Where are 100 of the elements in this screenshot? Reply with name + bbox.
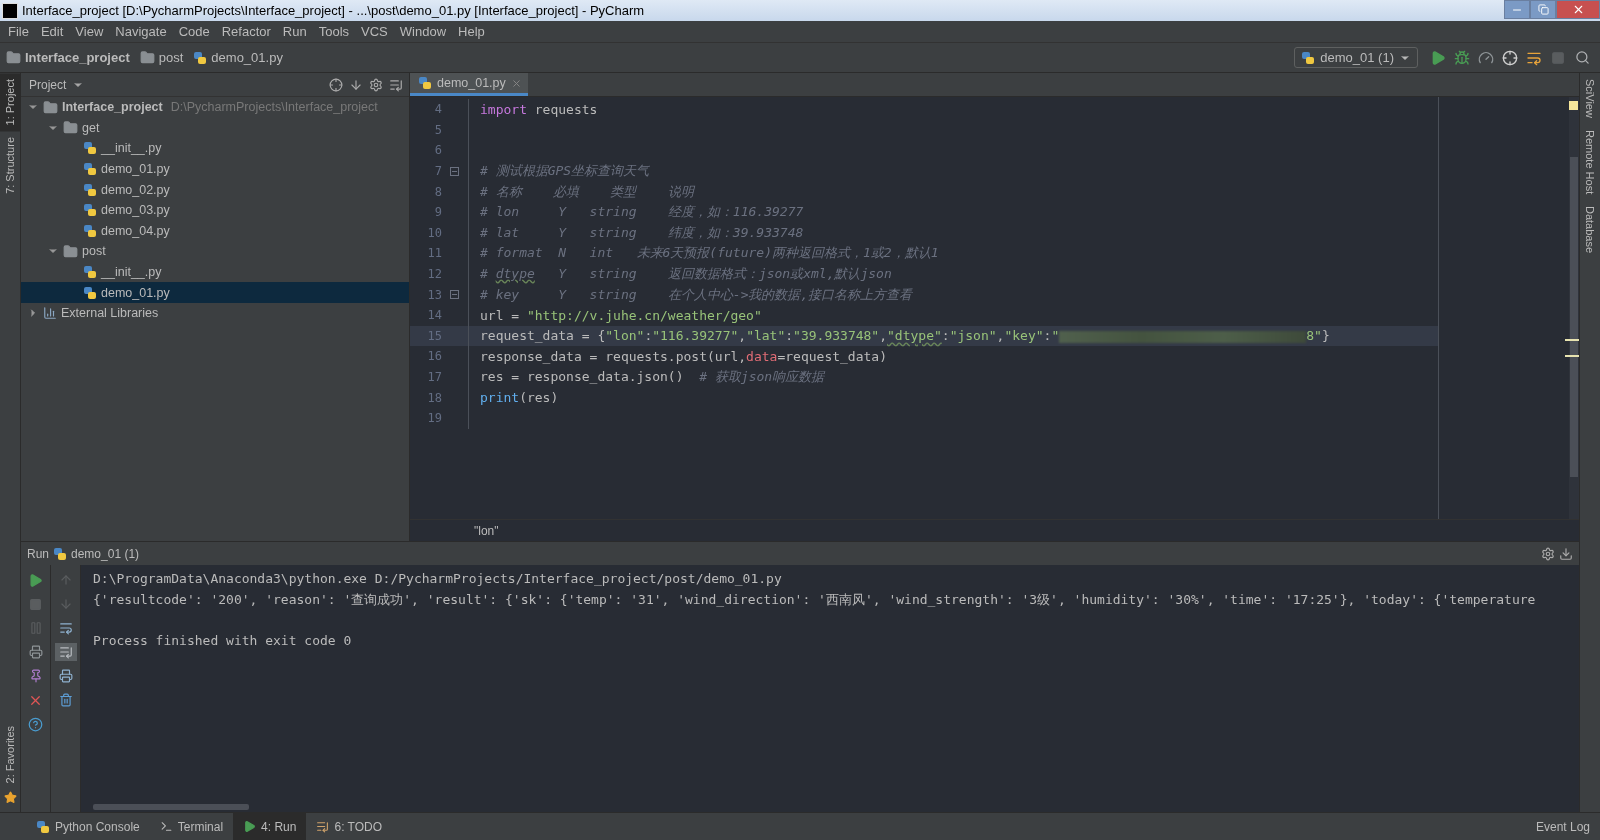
menu-item[interactable]: Help [452,24,491,39]
scroll-to-end-icon[interactable] [54,643,77,661]
line-number: 8 [433,184,443,199]
menu-item[interactable]: VCS [355,24,394,39]
restore-button[interactable] [1530,0,1556,19]
menu-item[interactable]: Tools [312,24,356,39]
tree-item[interactable]: post [21,241,409,262]
tree-item[interactable]: Interface_project D:\PycharmProjects\Interface_project [21,97,409,118]
tree-label: Interface_project [62,100,163,115]
minimize-button[interactable] [1504,0,1530,19]
code-line: # key Y string 在个人中心->我的数据,接口名称上方查看 [480,285,913,304]
tool-window-tab[interactable]: Terminal [149,813,234,840]
tool-window-tab[interactable]: 2: Favorites [0,719,20,789]
line-number: 17 [426,370,443,384]
tree-label: demo_01.py [101,162,170,177]
fold-marker-icon[interactable] [449,166,459,176]
tree-item[interactable]: demo_02.py [21,179,409,200]
menu-item[interactable]: File [2,24,35,39]
python-file-icon [83,182,97,197]
menu-item[interactable]: Edit [34,24,70,39]
tree-item[interactable]: demo_01.py [21,282,409,303]
tool-window-tab[interactable]: 1: Project [0,73,20,132]
code-line: request_data = {"lon":"116.39277","lat":"39.933748","dtype":"json","key":" 8"} [480,328,1330,344]
menu-item[interactable]: View [69,24,110,39]
line-number: 7 [433,164,443,179]
breadcrumb[interactable]: post [139,50,184,65]
tree-item[interactable]: __init__.py [21,261,409,283]
folder-icon [63,120,78,136]
python-file-icon [36,819,50,834]
close-button[interactable] [1556,0,1600,19]
line-number: 5 [433,122,443,137]
settings-icon[interactable] [1541,546,1555,561]
tree-label: get [82,120,100,135]
tool-window-tab[interactable]: SciView [1580,73,1600,124]
tool-window-tab[interactable]: Remote Host [1580,123,1600,201]
tool-window-tab[interactable]: Database [1580,200,1600,260]
editor-tab[interactable]: demo_01.py [410,73,528,96]
run-config-name[interactable]: demo_01 (1) [71,546,140,561]
search-icon[interactable] [1573,48,1591,67]
folder-icon [139,50,155,65]
line-number: 16 [426,349,443,364]
console-line: {'resultcode': '200', 'reason': '查询成功', 'result': {'sk': {'temp': '31', 'wind_direction': '西南风', 'wind_strength': '3级', 'humidity': '30%', 'time': '17:25'}, 'today': {'temperature [93,590,1537,609]
fold-marker-icon[interactable] [449,290,459,300]
breadcrumb[interactable]: Interface_project [6,50,130,65]
settings-icon[interactable] [369,77,383,92]
menu-item[interactable]: Window [393,24,453,39]
tree-item[interactable]: demo_01.py [21,158,409,180]
tree-label: __init__.py [101,141,162,156]
tool-window-tab[interactable]: 4: Run [233,813,307,840]
locate-icon[interactable] [329,77,343,92]
tree-item[interactable]: __init__.py [21,138,409,159]
line-number: 6 [433,143,443,158]
menu-item[interactable]: Code [172,24,216,39]
breadcrumb[interactable]: demo_01.py [193,50,283,65]
panel-title: Run [27,546,49,561]
line-number: 15 [426,328,443,343]
debug-icon[interactable] [1453,48,1471,67]
tree-item[interactable]: demo_04.py [21,220,409,242]
line-number: 19 [426,411,443,426]
tree-item[interactable]: External Libraries [21,302,409,324]
tree-label: demo_02.py [101,182,170,197]
line-number: 13 [426,287,443,302]
console-line: D:\ProgramData\Anaconda3\python.exe D:/PycharmProjects/Interface_project/post/demo_01.py [93,570,783,588]
python-file-icon [83,285,97,300]
tool-window-tab[interactable]: 6: TODO [306,813,393,840]
app-logo-icon [2,2,18,19]
code-line: # format N int 未来6天预报(future)两种返回格式，1或2，默认1 [480,244,939,263]
python-file-icon [83,203,97,218]
event-log-button[interactable]: Event Log [1525,813,1600,840]
python-file-icon [418,76,432,90]
console-line: Process finished with exit code 0 [93,631,353,650]
run-config-dropdown[interactable]: demo_01 (1) [1294,47,1418,68]
menu-item[interactable]: Run [276,24,313,39]
todo-icon [316,820,330,833]
scrollbar[interactable] [93,804,249,810]
library-icon [43,306,57,321]
star-icon [4,791,17,804]
python-file-icon [193,50,208,65]
python-file-icon [83,265,97,280]
tree-label: demo_01.py [101,285,170,300]
tree-item[interactable]: get [21,117,409,139]
code-line: # dtype Y string 返回数据格式：json或xml,默认json [480,265,892,284]
tree-item[interactable]: demo_03.py [21,199,409,221]
python-file-icon [1301,50,1316,65]
panel-title[interactable]: Project [29,77,67,92]
code-line: # 名称 必填 类型 说明 [480,182,694,201]
menu-item[interactable]: Navigate [109,24,173,39]
code-line: # 测试根据GPS坐标查询天气 [480,162,650,181]
code-line: # lat Y string 纬度，如：39.933748 [480,223,804,242]
menu-item[interactable]: Refactor [215,24,277,39]
code-line: response_data = requests.post(url,data=request_data) [480,348,887,364]
line-number: 10 [426,225,443,240]
code-line: res = response_data.json() # 获取json响应数据 [480,368,825,386]
folder-icon [6,50,21,65]
tree-label: __init__.py [101,265,162,280]
line-number: 14 [426,308,443,323]
line-number: 11 [426,246,443,261]
close-icon[interactable] [510,77,522,89]
tool-window-tab[interactable]: Python Console [26,813,150,840]
tool-window-tab[interactable]: 7: Structure [0,131,20,201]
